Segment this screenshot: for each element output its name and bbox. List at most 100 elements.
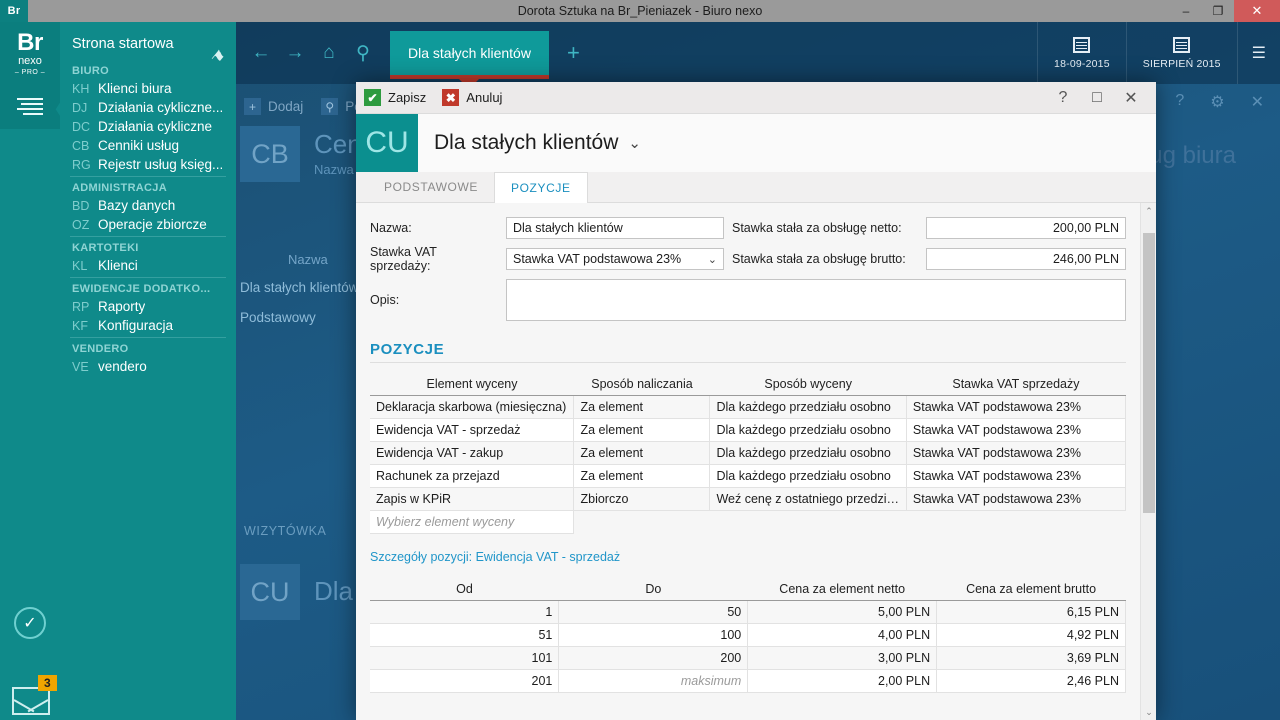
- table-cell[interactable]: Dla każdego przedziału osobno: [710, 396, 906, 419]
- table-row[interactable]: 511004,00 PLN4,92 PLN: [370, 624, 1126, 647]
- tab-podstawowe[interactable]: PODSTAWOWE: [368, 172, 494, 202]
- table-row[interactable]: Rachunek za przejazdZa elementDla każdeg…: [370, 465, 1126, 488]
- new-row-placeholder[interactable]: Wybierz element wyceny: [370, 511, 574, 534]
- column-header[interactable]: Cena za element netto: [748, 578, 937, 601]
- description-textarea[interactable]: [506, 279, 1126, 321]
- active-tab[interactable]: Dla stałych klientów: [390, 31, 549, 75]
- sidebar-item-dj[interactable]: DJDziałania cykliczne...: [70, 98, 226, 117]
- table-cell[interactable]: 3,69 PLN: [937, 647, 1126, 670]
- table-row[interactable]: Zapis w KPiRZbiorczoWeź cenę z ostatnieg…: [370, 488, 1126, 511]
- bg-tab-wizytowka[interactable]: WIZYTÓWKA: [244, 524, 326, 538]
- table-cell[interactable]: maksimum: [559, 670, 748, 693]
- mail-icon[interactable]: [12, 687, 50, 715]
- table-cell[interactable]: Deklaracja skarbowa (miesięczna): [370, 396, 574, 419]
- table-cell[interactable]: Rachunek za przejazd: [370, 465, 574, 488]
- column-header[interactable]: Element wyceny: [370, 373, 574, 396]
- table-cell[interactable]: 200: [559, 647, 748, 670]
- table-cell[interactable]: 50: [559, 601, 748, 624]
- restore-button[interactable]: ❐: [1202, 0, 1234, 22]
- cancel-button[interactable]: ✖ Anuluj: [442, 89, 502, 106]
- sidebar-item-ve[interactable]: VEvendero: [70, 357, 226, 376]
- brutto-input[interactable]: 246,00 PLN: [926, 248, 1126, 270]
- table-cell[interactable]: Za element: [574, 419, 710, 442]
- scroll-down-icon[interactable]: ⌄: [1141, 704, 1156, 720]
- forward-icon[interactable]: →: [278, 33, 312, 73]
- table-cell[interactable]: Za element: [574, 396, 710, 419]
- table-row[interactable]: Ewidencja VAT - zakupZa elementDla każde…: [370, 442, 1126, 465]
- column-header[interactable]: Cena za element brutto: [937, 578, 1126, 601]
- table-cell[interactable]: 4,92 PLN: [937, 624, 1126, 647]
- table-row[interactable]: Deklaracja skarbowa (miesięczna)Za eleme…: [370, 396, 1126, 419]
- table-cell[interactable]: Ewidencja VAT - sprzedaż: [370, 419, 574, 442]
- nav-home-item[interactable]: Strona startowa: [70, 32, 226, 60]
- brand-logo[interactable]: Br nexo – PRO –: [0, 22, 60, 84]
- bg-list-row[interactable]: Podstawowy: [240, 310, 316, 325]
- scroll-up-icon[interactable]: ⌃: [1141, 203, 1156, 219]
- sidebar-item-rp[interactable]: RPRaporty: [70, 297, 226, 316]
- sidebar-item-cb[interactable]: CBCenniki usług: [70, 136, 226, 155]
- column-header[interactable]: Sposób naliczania: [574, 373, 710, 396]
- period-indicator[interactable]: SIERPIEŃ 2015: [1126, 22, 1237, 84]
- minimize-button[interactable]: –: [1170, 0, 1202, 22]
- sidebar-item-bd[interactable]: BDBazy danych: [70, 196, 226, 215]
- column-header[interactable]: Od: [370, 578, 559, 601]
- sidebar-item-kf[interactable]: KFKonfiguracja: [70, 316, 226, 335]
- table-row[interactable]: 201maksimum2,00 PLN2,46 PLN: [370, 670, 1126, 693]
- bg-add-button[interactable]: + Dodaj: [244, 98, 303, 115]
- close-button[interactable]: ✕: [1234, 0, 1280, 22]
- table-cell[interactable]: 1: [370, 601, 559, 624]
- sidebar-item-kl[interactable]: KLKlienci: [70, 256, 226, 275]
- new-row[interactable]: Wybierz element wyceny: [370, 511, 1126, 534]
- maximize-icon[interactable]: □: [1080, 82, 1114, 114]
- column-header[interactable]: Sposób wyceny: [710, 373, 906, 396]
- bg-gear-icon[interactable]: ⚙: [1210, 92, 1224, 112]
- menu-toggle-button[interactable]: [0, 84, 60, 129]
- main-menu-icon[interactable]: ☰: [1237, 22, 1280, 84]
- dialog-scrollbar[interactable]: ⌃ ⌄: [1140, 203, 1156, 720]
- vat-select[interactable]: Stawka VAT podstawowa 23% ⌄: [506, 248, 724, 270]
- table-cell[interactable]: 6,15 PLN: [937, 601, 1126, 624]
- netto-input[interactable]: 200,00 PLN: [926, 217, 1126, 239]
- home-icon[interactable]: ⌂: [312, 33, 346, 73]
- column-header[interactable]: Do: [559, 578, 748, 601]
- table-cell[interactable]: 4,00 PLN: [748, 624, 937, 647]
- table-cell[interactable]: 3,00 PLN: [748, 647, 937, 670]
- save-button[interactable]: ✔ Zapisz: [364, 89, 426, 106]
- search-icon[interactable]: ⚲: [346, 33, 380, 73]
- name-input[interactable]: Dla stałych klientów: [506, 217, 724, 239]
- bg-list-row[interactable]: Dla stałych klientów: [240, 280, 359, 295]
- table-cell[interactable]: Dla każdego przedziału osobno: [710, 442, 906, 465]
- dialog-close-icon[interactable]: ✕: [1114, 82, 1148, 114]
- column-header[interactable]: Stawka VAT sprzedaży: [906, 373, 1125, 396]
- bg-help-icon[interactable]: ?: [1175, 92, 1184, 112]
- sidebar-item-dc[interactable]: DCDziałania cykliczne: [70, 117, 226, 136]
- table-cell[interactable]: 5,00 PLN: [748, 601, 937, 624]
- table-row[interactable]: Ewidencja VAT - sprzedażZa elementDla ka…: [370, 419, 1126, 442]
- table-cell[interactable]: 101: [370, 647, 559, 670]
- add-tab-icon[interactable]: +: [567, 40, 580, 66]
- sidebar-item-oz[interactable]: OZOperacje zbiorcze: [70, 215, 226, 234]
- table-cell[interactable]: Za element: [574, 442, 710, 465]
- table-row[interactable]: 1505,00 PLN6,15 PLN: [370, 601, 1126, 624]
- table-cell[interactable]: Zapis w KPiR: [370, 488, 574, 511]
- table-cell[interactable]: 201: [370, 670, 559, 693]
- table-cell[interactable]: 51: [370, 624, 559, 647]
- table-cell[interactable]: Zbiorczo: [574, 488, 710, 511]
- back-icon[interactable]: ←: [244, 33, 278, 73]
- sidebar-item-rg[interactable]: RGRejestr usług księg...: [70, 155, 226, 174]
- table-cell[interactable]: Dla każdego przedziału osobno: [710, 419, 906, 442]
- table-cell[interactable]: Stawka VAT podstawowa 23%: [906, 488, 1125, 511]
- table-cell[interactable]: Ewidencja VAT - zakup: [370, 442, 574, 465]
- scrollbar-thumb[interactable]: [1143, 233, 1155, 513]
- table-cell[interactable]: Stawka VAT podstawowa 23%: [906, 442, 1125, 465]
- tab-pozycje[interactable]: POZYCJE: [494, 172, 588, 203]
- sidebar-item-kh[interactable]: KHKlienci biura: [70, 79, 226, 98]
- table-cell[interactable]: Weź cenę z ostatniego przedziału: [710, 488, 906, 511]
- table-cell[interactable]: 100: [559, 624, 748, 647]
- check-circle-icon[interactable]: ✓: [14, 607, 46, 639]
- table-cell[interactable]: 2,46 PLN: [937, 670, 1126, 693]
- bg-close-icon[interactable]: ✕: [1251, 92, 1264, 112]
- help-icon[interactable]: ?: [1046, 82, 1080, 114]
- table-cell[interactable]: Stawka VAT podstawowa 23%: [906, 396, 1125, 419]
- table-row[interactable]: 1012003,00 PLN3,69 PLN: [370, 647, 1126, 670]
